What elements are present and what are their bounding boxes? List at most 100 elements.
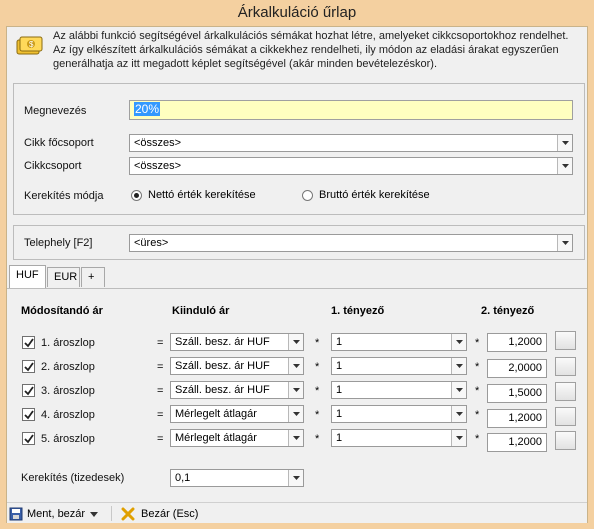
row-checkbox[interactable]	[22, 384, 35, 397]
multiply-sign: *	[475, 409, 480, 421]
factor2-input[interactable]: 1,2000	[487, 433, 547, 452]
main-group-value: <összes>	[134, 137, 182, 149]
row-label: 2. ároszlop	[41, 361, 95, 373]
chevron-down-icon	[451, 406, 466, 422]
decimals-select[interactable]: 0,1	[170, 469, 304, 487]
site-select[interactable]: <üres>	[129, 234, 573, 252]
checkmark-icon	[24, 362, 34, 372]
row-label: 1. ároszlop	[41, 337, 95, 349]
svg-text:$: $	[29, 40, 34, 49]
chevron-down-icon	[451, 334, 466, 350]
window-title: Árkalkuláció űrlap	[237, 4, 357, 21]
main-group-select[interactable]: <összes>	[129, 134, 573, 152]
factor1-select[interactable]: 1	[331, 429, 467, 447]
start-price-select[interactable]: Száll. besz. ár HUF	[170, 357, 304, 375]
checkmark-icon	[24, 410, 34, 420]
tab-add[interactable]: +	[81, 267, 105, 287]
money-icon: $	[16, 36, 43, 55]
price-grid-panel: Módosítandó ár Kiinduló ár 1. tényező 2.…	[7, 288, 587, 496]
header-factor1: 1. tényező	[331, 305, 385, 317]
info-text: Az alábbi funkció segítségével árkalkulá…	[53, 30, 569, 70]
chevron-down-icon	[288, 358, 303, 374]
start-price-value: Mérlegelt átlagár	[175, 432, 257, 444]
name-label: Megnevezés	[24, 105, 87, 117]
factor1-select[interactable]: 1	[331, 381, 467, 399]
factor1-value: 1	[336, 432, 343, 444]
row-label: 3. ároszlop	[41, 385, 95, 397]
chevron-down-icon	[451, 358, 466, 374]
multiply-sign: *	[315, 385, 320, 397]
multiply-sign: *	[475, 433, 480, 445]
window: Árkalkuláció űrlap $ Az alábbi funkció s…	[0, 0, 594, 529]
factor1-value: 1	[336, 384, 343, 396]
row-label: 5. ároszlop	[41, 433, 95, 445]
multiply-sign: *	[475, 337, 480, 349]
multiply-sign: *	[475, 361, 480, 373]
factor1-select[interactable]: 1	[331, 333, 467, 351]
equals-sign: =	[157, 337, 164, 349]
equals-sign: =	[157, 433, 164, 445]
header-factor2: 2. tényező	[481, 305, 535, 317]
factor2-input[interactable]: 1,2000	[487, 333, 547, 352]
group-value: <összes>	[134, 160, 182, 172]
chevron-down-icon	[90, 511, 99, 517]
row-action-button[interactable]	[555, 431, 576, 450]
radio-empty-icon	[302, 189, 313, 201]
row-checkbox[interactable]	[22, 432, 35, 445]
equals-sign: =	[157, 361, 164, 373]
group-select[interactable]: <összes>	[129, 157, 573, 175]
factor1-select[interactable]: 1	[331, 405, 467, 423]
multiply-sign: *	[315, 409, 320, 421]
radio-selected-icon	[131, 189, 142, 201]
footer-toolbar: Ment, bezár Bezár (Esc)	[7, 502, 587, 523]
row-action-button[interactable]	[555, 382, 576, 401]
row-checkbox[interactable]	[22, 408, 35, 421]
checkmark-icon	[24, 434, 34, 444]
chevron-down-icon	[557, 235, 572, 251]
tab-eur[interactable]: EUR	[47, 267, 80, 287]
save-icon	[9, 507, 23, 521]
row-checkbox[interactable]	[22, 336, 35, 349]
multiply-sign: *	[315, 361, 320, 373]
chevron-down-icon	[288, 430, 303, 446]
chevron-down-icon	[557, 158, 572, 174]
start-price-value: Száll. besz. ár HUF	[175, 360, 270, 372]
chevron-down-icon	[288, 334, 303, 350]
row-checkbox[interactable]	[22, 360, 35, 373]
start-price-select[interactable]: Száll. besz. ár HUF	[170, 381, 304, 399]
start-price-select[interactable]: Száll. besz. ár HUF	[170, 333, 304, 351]
start-price-select[interactable]: Mérlegelt átlagár	[170, 429, 304, 447]
start-price-value: Száll. besz. ár HUF	[175, 336, 270, 348]
start-price-value: Mérlegelt átlagár	[175, 408, 257, 420]
factor1-value: 1	[336, 336, 343, 348]
row-action-button[interactable]	[555, 331, 576, 350]
factor2-input[interactable]: 1,2000	[487, 409, 547, 428]
rounding-mode-label: Kerekítés módja	[24, 190, 104, 202]
form-client: $ Az alábbi funkció segítségével árkalku…	[6, 26, 588, 523]
factor2-input[interactable]: 1,5000	[487, 384, 547, 403]
rounding-net-radio[interactable]: Nettó érték kerekítése	[131, 189, 256, 201]
chevron-down-icon	[288, 470, 303, 486]
tab-huf[interactable]: HUF	[9, 265, 46, 288]
equals-sign: =	[157, 409, 164, 421]
close-icon	[121, 507, 135, 521]
rounding-gross-radio[interactable]: Bruttó érték kerekítése	[302, 189, 430, 201]
site-value: <üres>	[134, 237, 169, 249]
row-action-button[interactable]	[555, 357, 576, 376]
multiply-sign: *	[315, 433, 320, 445]
info-box: $ Az alábbi funkció segítségével árkalku…	[7, 27, 587, 73]
row-action-button[interactable]	[555, 407, 576, 426]
main-panel: Megnevezés 20% Cikk főcsoport <összes> C…	[13, 83, 585, 215]
save-close-label: Ment, bezár	[27, 508, 86, 520]
toolbar-separator	[111, 506, 112, 521]
name-field[interactable]: 20%	[129, 100, 573, 120]
close-button[interactable]: Bezár (Esc)	[121, 505, 198, 523]
factor2-input[interactable]: 2,0000	[487, 359, 547, 378]
chevron-down-icon	[557, 135, 572, 151]
start-price-select[interactable]: Mérlegelt átlagár	[170, 405, 304, 423]
chevron-down-icon	[451, 382, 466, 398]
main-group-label: Cikk főcsoport	[24, 137, 94, 149]
factor1-select[interactable]: 1	[331, 357, 467, 375]
header-start-price: Kiinduló ár	[172, 305, 230, 317]
save-close-button[interactable]: Ment, bezár	[9, 505, 99, 523]
